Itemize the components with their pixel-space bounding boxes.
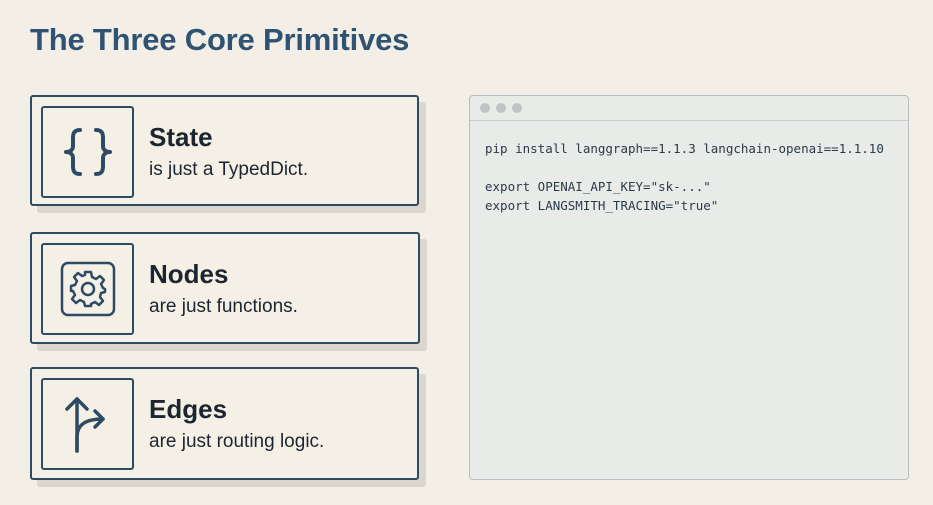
window-dot-icon <box>480 103 490 113</box>
code-line: export OPENAI_API_KEY="sk-..." <box>485 179 711 194</box>
terminal-window: pip install langgraph==1.1.3 langchain-o… <box>469 95 909 480</box>
card-title: State <box>149 122 213 152</box>
card-nodes: Nodes are just functions. <box>30 232 420 344</box>
card-subtitle: are just routing logic. <box>149 431 325 452</box>
code-line: pip install langgraph==1.1.3 langchain-o… <box>485 141 884 156</box>
window-dot-icon <box>512 103 522 113</box>
icon-frame <box>41 378 134 470</box>
gear-icon <box>60 261 115 317</box>
icon-frame <box>41 106 134 198</box>
card-title: Edges <box>149 394 228 424</box>
card-edges: Edges are just routing logic. <box>30 367 419 480</box>
card-subtitle: are just functions. <box>149 296 298 317</box>
curly-braces-icon <box>63 128 112 176</box>
card-subtitle: is just a TypedDict. <box>149 159 309 180</box>
icon-frame <box>41 243 134 335</box>
card-state: State is just a TypedDict. <box>30 95 419 206</box>
page-title: The Three Core Primitives <box>30 22 410 57</box>
terminal-code: pip install langgraph==1.1.3 langchain-o… <box>470 121 908 215</box>
window-dot-icon <box>496 103 506 113</box>
terminal-title-bar <box>470 96 908 121</box>
card-title: Nodes <box>149 259 229 289</box>
split-arrow-icon <box>64 397 105 453</box>
code-line: export LANGSMITH_TRACING="true" <box>485 198 719 213</box>
